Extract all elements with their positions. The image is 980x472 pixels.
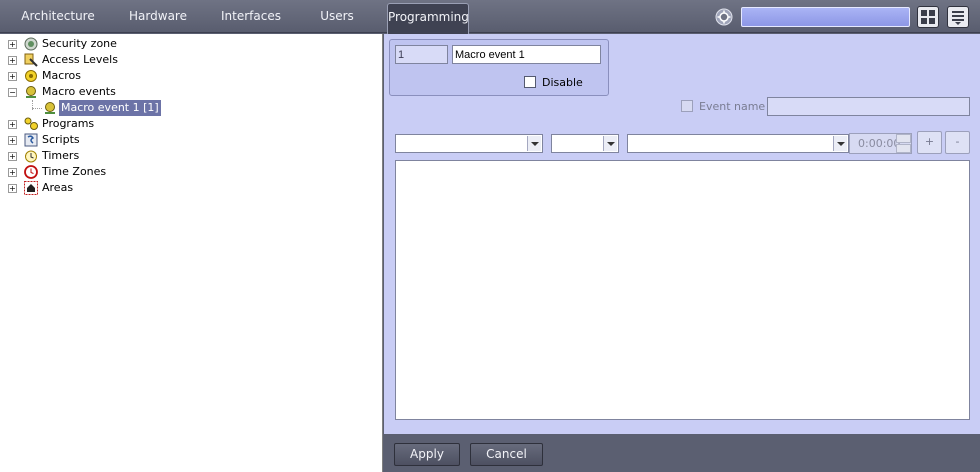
expand-icon[interactable]: + bbox=[8, 184, 17, 193]
object-id-select[interactable] bbox=[551, 134, 619, 153]
tab-interfaces[interactable]: Interfaces bbox=[214, 0, 288, 33]
actions-list[interactable] bbox=[395, 160, 970, 420]
tree-item-label: Areas bbox=[42, 181, 74, 194]
event-name-label: Event name bbox=[699, 100, 766, 113]
expand-icon[interactable]: + bbox=[8, 72, 17, 81]
menu-icon[interactable] bbox=[947, 6, 969, 28]
tree-item-label: Scripts bbox=[42, 133, 80, 146]
collapse-icon[interactable]: − bbox=[8, 88, 17, 97]
event-select[interactable] bbox=[627, 134, 849, 153]
tree-item-label: Macros bbox=[42, 69, 82, 82]
event-name-field bbox=[767, 97, 970, 116]
cancel-button[interactable]: Cancel bbox=[470, 443, 543, 466]
expand-icon[interactable]: + bbox=[8, 168, 17, 177]
time-zones-icon bbox=[24, 165, 38, 179]
macro-event-icon bbox=[43, 101, 57, 115]
timers-icon bbox=[24, 149, 38, 163]
tree-item-label: Programs bbox=[42, 117, 95, 130]
dropdown-arrow-icon[interactable] bbox=[833, 136, 847, 151]
dropdown-arrow-icon[interactable] bbox=[527, 136, 541, 151]
expand-icon[interactable]: + bbox=[8, 152, 17, 161]
tree-item-label: Security zone bbox=[42, 37, 117, 50]
remove-action-button[interactable]: - bbox=[945, 131, 970, 154]
object-type-select[interactable] bbox=[395, 134, 543, 153]
event-name-checkbox[interactable] bbox=[681, 100, 693, 112]
tree-item-access-levels[interactable]: + Access Levels bbox=[0, 52, 383, 68]
tree-item-macros[interactable]: + Macros bbox=[0, 68, 383, 84]
expand-icon[interactable]: + bbox=[8, 40, 17, 49]
object-id-field bbox=[395, 45, 448, 64]
programs-icon bbox=[24, 117, 38, 131]
areas-icon bbox=[24, 181, 38, 195]
macros-icon bbox=[24, 69, 38, 83]
top-nav-bar: Architecture Hardware Interfaces Users P… bbox=[0, 0, 980, 34]
expand-icon[interactable]: + bbox=[8, 136, 17, 145]
tree-item-scripts[interactable]: + Scripts bbox=[0, 132, 383, 148]
security-zone-icon bbox=[24, 37, 38, 51]
tree-item-label: Access Levels bbox=[42, 53, 118, 66]
tree-item-label: Time Zones bbox=[42, 165, 107, 178]
tree-item-label: Timers bbox=[42, 149, 80, 162]
tree-item-time-zones[interactable]: + Time Zones bbox=[0, 164, 383, 180]
add-action-button[interactable]: + bbox=[917, 131, 942, 154]
macro-events-icon bbox=[24, 85, 38, 99]
disable-checkbox[interactable] bbox=[524, 76, 536, 88]
search-input[interactable] bbox=[741, 7, 910, 27]
tree-item-programs[interactable]: + Programs bbox=[0, 116, 383, 132]
tab-architecture[interactable]: Architecture bbox=[14, 0, 102, 33]
expand-icon[interactable]: + bbox=[8, 56, 17, 65]
tree-item-security-zone[interactable]: + Security zone bbox=[0, 36, 383, 52]
object-tree[interactable]: + Security zone + Access Levels + Macros… bbox=[0, 34, 383, 472]
spin-down-icon bbox=[896, 144, 911, 153]
tab-programming[interactable]: Programming bbox=[387, 3, 469, 34]
tree-item-label: Macro event 1 [1] bbox=[59, 100, 161, 116]
apply-button[interactable]: Apply bbox=[394, 443, 460, 466]
settings-gear-icon[interactable] bbox=[714, 7, 734, 27]
tab-hardware[interactable]: Hardware bbox=[122, 0, 194, 33]
dropdown-arrow-icon[interactable] bbox=[603, 136, 617, 151]
spin-up-icon bbox=[896, 134, 911, 143]
tree-item-label: Macro events bbox=[42, 85, 116, 98]
access-levels-icon bbox=[24, 53, 38, 67]
layout-grid-icon[interactable] bbox=[917, 6, 939, 28]
tree-item-macro-events[interactable]: − Macro events bbox=[0, 84, 383, 100]
tab-users[interactable]: Users bbox=[310, 0, 364, 33]
object-name-field[interactable] bbox=[452, 45, 601, 64]
disable-label: Disable bbox=[542, 76, 583, 89]
tree-item-areas[interactable]: + Areas bbox=[0, 180, 383, 196]
tree-item-macro-event-1[interactable]: Macro event 1 [1] bbox=[0, 100, 383, 116]
expand-icon[interactable]: + bbox=[8, 120, 17, 129]
tree-item-timers[interactable]: + Timers bbox=[0, 148, 383, 164]
scripts-icon bbox=[24, 133, 38, 147]
